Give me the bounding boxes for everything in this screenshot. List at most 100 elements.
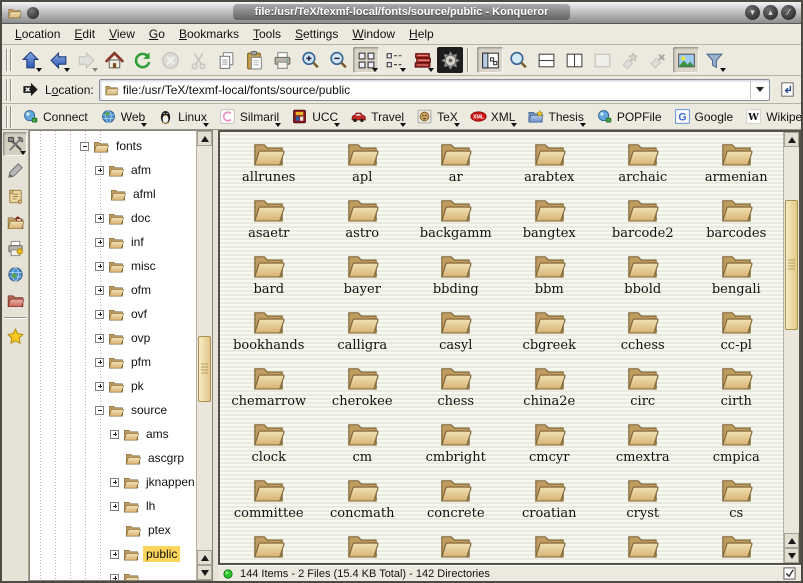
folder-cmextra[interactable]: cmextra — [596, 418, 690, 474]
folder-cbgreek[interactable]: cbgreek — [503, 306, 597, 362]
find-file-button[interactable] — [505, 47, 531, 73]
bookmark-silmaril[interactable]: Silmaril — [213, 106, 285, 127]
dropdown-arrow-icon[interactable] — [64, 68, 70, 72]
menu-location[interactable]: Location — [8, 25, 67, 43]
tree-item-lh[interactable]: lh — [30, 494, 196, 518]
sidebar-tab-services[interactable] — [3, 236, 27, 260]
plus-expander-icon[interactable] — [95, 358, 104, 367]
minus-expander-icon[interactable] — [95, 406, 104, 415]
plus-expander-icon[interactable] — [110, 574, 119, 581]
folder-cirth[interactable]: cirth — [690, 362, 784, 418]
split-view-top-bottom-button[interactable] — [533, 47, 559, 73]
sidebar-tab-annotations[interactable] — [3, 158, 27, 182]
folder-concmath[interactable]: concmath — [316, 474, 410, 530]
folder-arabtex[interactable]: arabtex — [503, 138, 597, 194]
plus-expander-icon[interactable] — [110, 550, 119, 559]
tree-item-ams[interactable]: ams — [30, 422, 196, 446]
status-check-icon[interactable] — [783, 567, 796, 580]
split-view-left-right-button[interactable] — [561, 47, 587, 73]
bookmark-tex[interactable]: TeX — [410, 106, 464, 127]
tree-item-fonts[interactable]: fonts — [30, 134, 196, 158]
icon-view-mode-button[interactable] — [353, 47, 379, 73]
folder-bbm[interactable]: bbm — [503, 250, 597, 306]
folder-partial[interactable] — [409, 530, 503, 565]
scroll-up-button[interactable] — [784, 533, 799, 548]
folder-cs[interactable]: cs — [690, 474, 784, 530]
show-sidebar-button[interactable] — [477, 47, 503, 73]
title-bar[interactable]: file:/usr/TeX/texmf-local/fonts/source/p… — [2, 2, 801, 24]
folder-partial[interactable] — [596, 530, 690, 565]
folder-cchess[interactable]: cchess — [596, 306, 690, 362]
folder-partial[interactable] — [316, 530, 410, 565]
tree-item-afml[interactable]: afml — [30, 182, 196, 206]
menu-tools[interactable]: Tools — [246, 25, 288, 43]
scroll-up-button[interactable] — [197, 131, 212, 146]
tree-item-ascgrp[interactable]: ascgrp — [30, 446, 196, 470]
sticky-button[interactable] — [27, 7, 39, 19]
folder-cc-pl[interactable]: cc-pl — [690, 306, 784, 362]
sidebar-tab-root-folder[interactable] — [3, 288, 27, 312]
dropdown-arrow-icon[interactable] — [36, 68, 42, 72]
scroll-up-button[interactable] — [784, 132, 799, 147]
go-button[interactable] — [775, 78, 799, 102]
plus-expander-icon[interactable] — [110, 430, 119, 439]
scrollbar-thumb[interactable] — [198, 336, 211, 402]
reload-button[interactable] — [129, 47, 155, 73]
copy-button[interactable] — [213, 47, 239, 73]
sidebar-tab-history[interactable] — [3, 184, 27, 208]
zoom-in-button[interactable] — [297, 47, 323, 73]
menu-settings[interactable]: Settings — [288, 25, 345, 43]
back-button[interactable] — [45, 47, 71, 73]
tree-item-ptex[interactable]: ptex — [30, 518, 196, 542]
folder-circ[interactable]: circ — [596, 362, 690, 418]
close-button[interactable] — [781, 5, 796, 20]
folder-barcode2[interactable]: barcode2 — [596, 194, 690, 250]
tree-item-ovf[interactable]: ovf — [30, 302, 196, 326]
folder-casyl[interactable]: casyl — [409, 306, 503, 362]
toolbar-handle[interactable] — [6, 79, 12, 101]
menu-help[interactable]: Help — [402, 25, 441, 43]
folder-bbold[interactable]: bbold — [596, 250, 690, 306]
folder-clock[interactable]: clock — [222, 418, 316, 474]
sidebar-tab-network[interactable] — [3, 262, 27, 286]
folder-bangtex[interactable]: bangtex — [503, 194, 597, 250]
folder-concrete[interactable]: concrete — [409, 474, 503, 530]
folder-cmbright[interactable]: cmbright — [409, 418, 503, 474]
home-button[interactable] — [101, 47, 127, 73]
menu-edit[interactable]: Edit — [67, 25, 102, 43]
dropdown-arrow-icon[interactable] — [372, 68, 378, 72]
maximize-button[interactable] — [763, 5, 778, 20]
folder-chess[interactable]: chess — [409, 362, 503, 418]
folder-partial[interactable] — [222, 530, 316, 565]
toolbar-handle[interactable] — [6, 49, 12, 71]
menu-go[interactable]: Go — [142, 25, 172, 43]
scroll-down-button[interactable] — [197, 565, 212, 580]
folder-china2e[interactable]: china2e — [503, 362, 597, 418]
menu-bookmarks[interactable]: Bookmarks — [172, 25, 246, 43]
folder-chemarrow[interactable]: chemarrow — [222, 362, 316, 418]
dropdown-arrow-icon[interactable] — [92, 68, 98, 72]
bookmark-google[interactable]: GGoogle — [668, 106, 740, 127]
scroll-up-button[interactable] — [197, 550, 212, 565]
folder-archaic[interactable]: archaic — [596, 138, 690, 194]
plus-expander-icon[interactable] — [95, 166, 104, 175]
plus-expander-icon[interactable] — [95, 238, 104, 247]
tree-item-ofm[interactable]: ofm — [30, 278, 196, 302]
folder-cherokee[interactable]: cherokee — [316, 362, 410, 418]
menu-window[interactable]: Window — [345, 25, 402, 43]
folder-bard[interactable]: bard — [222, 250, 316, 306]
folder-cryst[interactable]: cryst — [596, 474, 690, 530]
bookshelf-view-button[interactable] — [409, 47, 435, 73]
folder-calligra[interactable]: calligra — [316, 306, 410, 362]
folder-cmcyr[interactable]: cmcyr — [503, 418, 597, 474]
folder-apl[interactable]: apl — [316, 138, 410, 194]
sidebar-tab-home-folder[interactable] — [3, 210, 27, 234]
sidebar-tab-configure-sidebar[interactable] — [3, 132, 27, 156]
menu-view[interactable]: View — [102, 25, 142, 43]
folder-partial[interactable] — [690, 530, 784, 565]
bookmark-popfile[interactable]: POPFile — [590, 106, 668, 127]
folder-allrunes[interactable]: allrunes — [222, 138, 316, 194]
bookmark-linux[interactable]: Linux — [151, 106, 213, 127]
tree-item-public[interactable]: public — [30, 542, 196, 566]
folder-armenian[interactable]: armenian — [690, 138, 784, 194]
